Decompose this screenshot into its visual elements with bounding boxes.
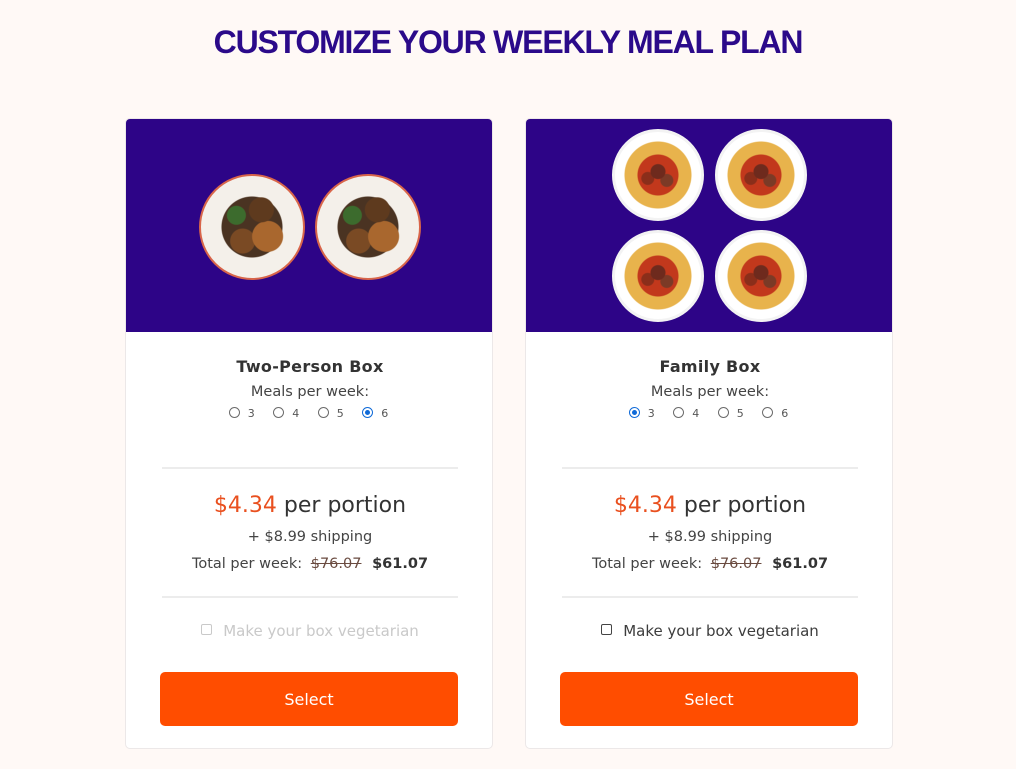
meals-option-4[interactable]: 4 <box>673 407 699 420</box>
vegetarian-option: Make your box vegetarian <box>126 622 492 640</box>
select-button[interactable]: Select <box>160 672 458 726</box>
box-title: Two-Person Box <box>236 357 384 376</box>
option-label: 5 <box>336 407 344 420</box>
radio-button[interactable] <box>762 407 774 418</box>
radio-button[interactable] <box>317 407 329 418</box>
meals-per-week-label: Meals per week: <box>250 384 370 400</box>
new-price: $61.07 <box>372 556 429 572</box>
option-label: 6 <box>781 407 789 420</box>
radio-button[interactable] <box>673 407 685 418</box>
box-title: Family Box <box>659 357 761 376</box>
plan-card-family: Family Box Meals per week: 3 4 5 6 $4.34… <box>525 118 893 749</box>
option-label: 3 <box>647 407 655 420</box>
vegetarian-label: Make your box vegetarian <box>223 622 419 640</box>
vegetarian-checkbox[interactable] <box>601 624 613 635</box>
total-per-week: Total per week: $76.07 $61.07 <box>126 556 492 572</box>
option-label: 4 <box>292 407 300 420</box>
divider <box>562 596 858 598</box>
radio-button[interactable] <box>228 407 240 418</box>
divider <box>162 467 458 469</box>
price-suffix: per portion <box>283 493 407 518</box>
radio-button[interactable] <box>717 407 729 418</box>
radio-button[interactable] <box>273 407 285 418</box>
price-per-portion: $4.34 per portion <box>526 493 892 518</box>
meals-radio-group: 3 4 5 6 <box>526 407 892 420</box>
meals-per-week-label: Meals per week: <box>650 384 770 400</box>
plan-image-pasta <box>526 119 892 332</box>
pasta-plate-icon <box>612 230 704 322</box>
shipping-text: + $8.99 shipping <box>647 529 773 545</box>
total-label: Total per week: <box>191 556 303 572</box>
option-label: 4 <box>692 407 700 420</box>
price-suffix: per portion <box>683 493 807 518</box>
option-label: 5 <box>736 407 744 420</box>
vegetarian-checkbox <box>201 624 213 635</box>
chicken-plate-icon <box>199 174 305 280</box>
old-price: $76.07 <box>710 556 762 572</box>
shipping-text: + $8.99 shipping <box>247 529 373 545</box>
radio-button-selected[interactable] <box>362 407 374 418</box>
vegetarian-label: Make your box vegetarian <box>623 622 819 640</box>
pasta-plate-icon <box>715 230 807 322</box>
total-label: Total per week: <box>591 556 703 572</box>
price-value: $4.34 <box>213 493 277 518</box>
plan-image-chicken <box>126 119 492 332</box>
total-per-week: Total per week: $76.07 $61.07 <box>526 556 892 572</box>
meals-option-3[interactable]: 3 <box>628 407 655 420</box>
meals-option-6[interactable]: 6 <box>362 407 388 420</box>
plan-card-two-person: Two-Person Box Meals per week: 3 4 5 6 $… <box>125 118 493 749</box>
new-price: $61.07 <box>772 556 829 572</box>
divider <box>562 467 858 469</box>
option-label: 6 <box>381 407 389 420</box>
meals-option-5[interactable]: 5 <box>317 407 344 420</box>
pasta-plate-icon <box>715 129 807 221</box>
meals-option-4[interactable]: 4 <box>273 407 299 420</box>
meals-option-5[interactable]: 5 <box>717 407 744 420</box>
radio-button-selected[interactable] <box>628 407 640 418</box>
chicken-plate-icon <box>315 174 421 280</box>
select-button[interactable]: Select <box>560 672 858 726</box>
vegetarian-option[interactable]: Make your box vegetarian <box>526 622 892 640</box>
meals-radio-group: 3 4 5 6 <box>126 407 492 420</box>
old-price: $76.07 <box>310 556 362 572</box>
option-label: 3 <box>247 407 255 420</box>
meals-option-6[interactable]: 6 <box>762 407 788 420</box>
meals-option-3[interactable]: 3 <box>228 407 255 420</box>
pasta-plate-icon <box>612 129 704 221</box>
divider <box>162 596 458 598</box>
price-value: $4.34 <box>613 493 677 518</box>
price-per-portion: $4.34 per portion <box>126 493 492 518</box>
page-title: CUSTOMIZE YOUR WEEKLY MEAL PLAN <box>213 24 804 60</box>
